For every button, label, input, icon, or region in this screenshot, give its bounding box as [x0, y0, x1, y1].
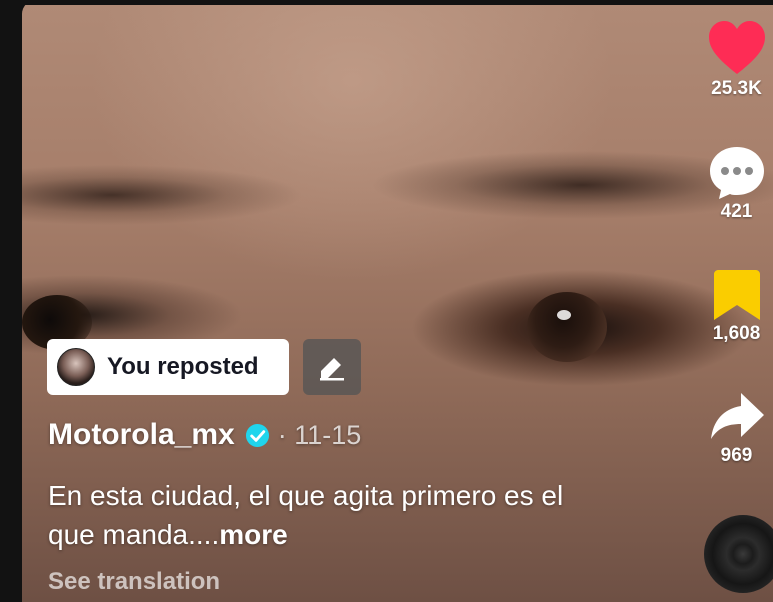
bookmark-icon: [713, 270, 760, 320]
app-frame: 25.3K 421 1,608 969 You reposted Motorol…: [0, 0, 773, 602]
video-eye-right: [527, 292, 607, 362]
comment-count: 421: [720, 201, 753, 222]
caption-line-text: que manda....: [48, 519, 220, 550]
avatar: [57, 348, 95, 386]
post-date: · 11-15: [277, 419, 362, 450]
verified-badge-icon: [245, 423, 269, 447]
music-disc-icon[interactable]: [704, 515, 773, 593]
share-count: 969: [720, 445, 753, 466]
favorite-count: 1,608: [712, 323, 761, 344]
like-button[interactable]: 25.3K: [700, 18, 773, 100]
share-button[interactable]: 969: [700, 389, 773, 467]
comment-bubble-icon: [709, 147, 764, 199]
repost-label: You reposted: [107, 353, 259, 380]
favorite-button[interactable]: 1,608: [700, 267, 773, 345]
pencil-icon: [320, 358, 344, 381]
post-meta: Motorola_mx · 11-15: [48, 418, 361, 452]
more-link[interactable]: more: [219, 519, 287, 550]
caption-line: que manda....more: [48, 515, 668, 554]
like-count: 25.3K: [711, 78, 762, 99]
post-caption: En esta ciudad, el que agita primero es …: [48, 476, 668, 554]
see-translation-link[interactable]: See translation: [48, 568, 220, 596]
author-name[interactable]: Motorola_mx: [48, 418, 235, 452]
top-edge: [0, 0, 773, 5]
caption-line: En esta ciudad, el que agita primero es …: [48, 480, 564, 511]
share-arrow-icon: [710, 393, 764, 439]
action-rail: 25.3K 421 1,608 969: [700, 0, 773, 602]
comment-button[interactable]: 421: [700, 143, 773, 223]
edit-repost-button[interactable]: [303, 339, 361, 395]
repost-chip[interactable]: You reposted: [47, 339, 289, 395]
video-eye-reflection: [557, 310, 571, 320]
heart-icon: [708, 21, 765, 74]
